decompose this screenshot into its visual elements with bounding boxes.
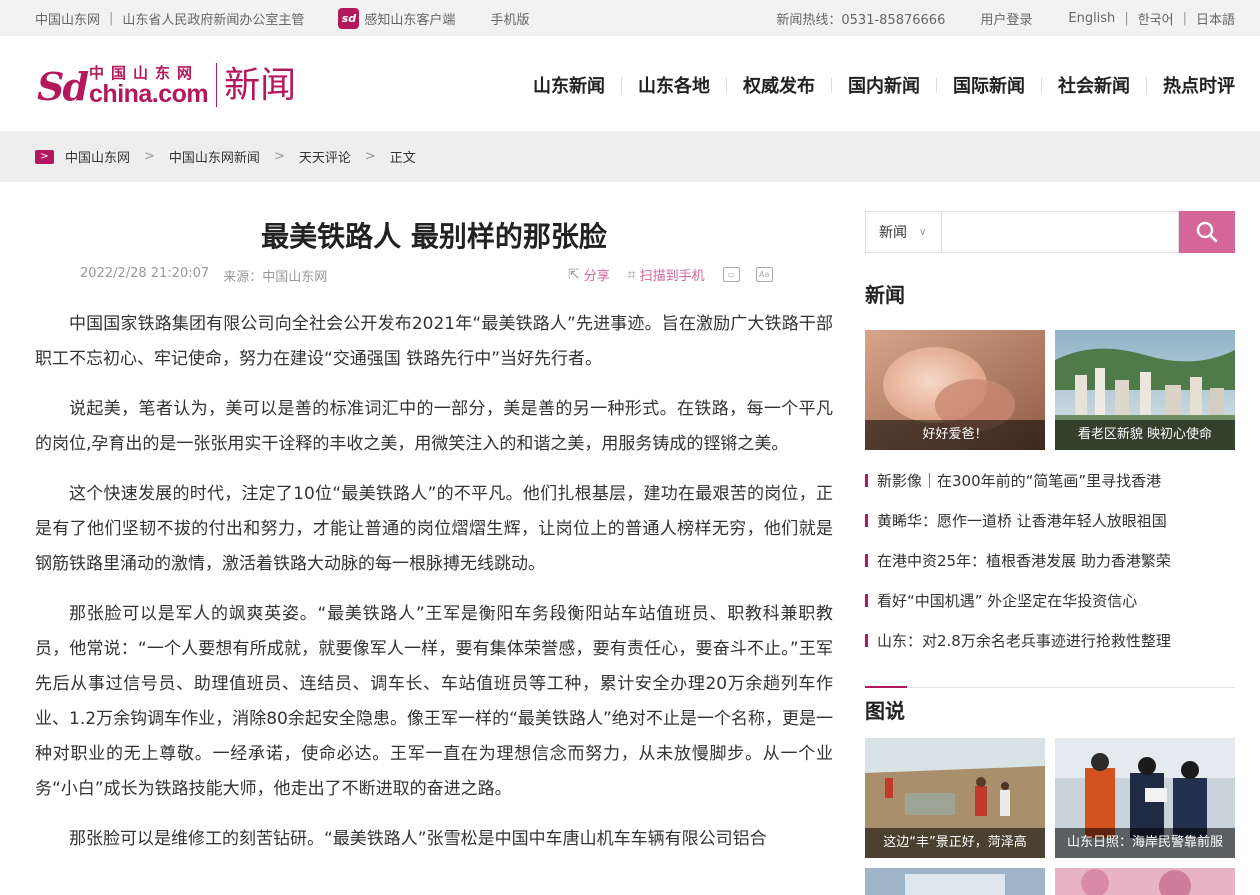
nav-item-official-release[interactable]: 权威发布 <box>727 72 815 98</box>
chevron-right-icon: > <box>35 149 54 164</box>
nav-item-social-news[interactable]: 社会新闻 <box>1042 72 1130 98</box>
scan-label: 扫描到手机 <box>639 269 705 284</box>
login-link[interactable]: 用户登录 <box>980 9 1032 28</box>
pic-thumb-image <box>865 868 1045 895</box>
logo-divider <box>216 63 218 107</box>
nav-item-shandong-news[interactable]: 山东新闻 <box>533 72 605 98</box>
list-bullet <box>865 593 868 607</box>
news-thumb-card[interactable]: 看老区新貌 映初心使命 <box>1055 330 1235 450</box>
divider: | <box>109 10 114 26</box>
host-text: 山东省人民政府新闻办公室主管 <box>122 12 305 28</box>
top-bar: 中国山东网 | 山东省人民政府新闻办公室主管 sd 感知山东客户端 手机版 新闻… <box>0 0 1260 36</box>
breadcrumb-bar: > 中国山东网 > 中国山东网新闻 > 天天评论 > 正文 <box>0 131 1260 182</box>
font-size-icon[interactable]: Aa <box>755 267 773 282</box>
share-icon: ⇱ <box>568 266 580 283</box>
pic-thumb-card[interactable]: 山东日照：海岸民警靠前服 <box>1055 738 1235 858</box>
thumb-caption: 山东日照：海岸民警靠前服 <box>1055 828 1235 858</box>
breadcrumb-news[interactable]: 中国山东网新闻 <box>169 147 260 166</box>
thumb-caption: 这边“丰”景正好，菏泽高 <box>865 828 1045 858</box>
scan-to-phone-button[interactable]: ⌗ 扫描到手机 <box>627 265 705 285</box>
site-logo[interactable]: Sd 中国山东网 china.com 新闻 <box>37 61 296 107</box>
article-paragraph: 那张脸可以是维修工的刻苦钻研。“最美铁路人”张雪松是中国中车唐山机车车辆有限公司… <box>69 829 767 849</box>
list-bullet <box>865 633 868 647</box>
pics-section-title: 图说 <box>865 699 905 723</box>
qr-scan-icon: ⌗ <box>627 266 636 283</box>
article-source: 来源：中国山东网 <box>223 270 328 285</box>
section-divider <box>865 686 1235 688</box>
news-list: 新影像｜在300年前的“简笔画”里寻找香港 黄睎华：愿作一道桥 让香港年轻人放眼… <box>865 460 1235 660</box>
app-link[interactable]: sd 感知山东客户端 <box>338 7 456 29</box>
breadcrumb-home[interactable]: 中国山东网 <box>65 147 130 166</box>
chevron-right-icon: > <box>273 149 285 164</box>
list-bullet <box>865 553 868 567</box>
article-body: 中国国家铁路集团有限公司向全社会公开发布2021年“最美铁路人”先进事迹。旨在激… <box>35 307 833 872</box>
app-icon: sd <box>338 7 360 29</box>
search-scope-value: 新闻 <box>879 225 907 241</box>
thumb-caption: 看老区新貌 映初心使命 <box>1055 420 1235 450</box>
list-item-text: 新影像｜在300年前的“简笔画”里寻找香港 <box>877 471 1162 490</box>
main-nav: 山东新闻 山东各地 权威发布 国内新闻 国际新闻 社会新闻 热点时评 <box>533 72 1235 98</box>
list-item[interactable]: 黄睎华：愿作一道桥 让香港年轻人放眼祖国 <box>865 500 1235 540</box>
search-scope-select[interactable]: 新闻 ∨ <box>865 211 941 253</box>
list-item-text: 山东：对2.8万余名老兵事迹进行抢救性整理 <box>877 631 1171 650</box>
chevron-down-icon: ∨ <box>919 226 927 238</box>
divider-accent <box>865 686 907 688</box>
list-item-text: 在港中资25年：植根香港发展 助力香港繁荣 <box>877 551 1171 570</box>
article-paragraph: 中国国家铁路集团有限公司向全社会公开发布2021年“最美铁路人”先进事迹。旨在激… <box>35 314 833 369</box>
share-button[interactable]: ⇱ 分享 <box>568 265 610 285</box>
nav-item-domestic-news[interactable]: 国内新闻 <box>832 72 920 98</box>
article-date: 2022/2/28 21:20:07 <box>80 266 210 281</box>
search-button[interactable] <box>1179 211 1235 253</box>
search-box: 新闻 ∨ <box>865 211 1235 253</box>
list-item[interactable]: 新影像｜在300年前的“简笔画”里寻找香港 <box>865 460 1235 500</box>
site-link[interactable]: 中国山东网 <box>35 9 100 28</box>
share-label: 分享 <box>583 269 610 284</box>
list-item[interactable]: 看好“中国机遇” 外企坚定在华投资信心 <box>865 580 1235 620</box>
pic-thumb-card[interactable] <box>865 868 1045 895</box>
breadcrumb: > 中国山东网 > 中国山东网新闻 > 天天评论 > 正文 <box>35 131 416 182</box>
mobile-link[interactable]: 手机版 <box>490 9 529 28</box>
news-section-title: 新闻 <box>865 283 905 307</box>
article-title: 最美铁路人 最别样的那张脸 <box>261 220 607 253</box>
list-bullet <box>865 513 868 527</box>
search-input[interactable] <box>940 211 1180 253</box>
divider: | <box>1182 10 1187 26</box>
print-icon[interactable]: ▭ <box>722 267 740 282</box>
logo-sd: Sd <box>37 64 89 109</box>
article-paragraph: 那张脸可以是军人的飒爽英姿。“最美铁路人”王军是衡阳车务段衡阳站车站值班员、职教… <box>35 604 833 799</box>
list-item[interactable]: 在港中资25年：植根香港发展 助力香港繁荣 <box>865 540 1235 580</box>
divider: | <box>1124 10 1129 26</box>
nav-item-shandong-regions[interactable]: 山东各地 <box>622 72 710 98</box>
logo-section: 新闻 <box>224 65 297 106</box>
list-bullet <box>865 473 868 487</box>
list-item-text: 看好“中国机遇” 外企坚定在华投资信心 <box>877 591 1138 610</box>
breadcrumb-comment[interactable]: 天天评论 <box>299 147 351 166</box>
list-item[interactable]: 山东：对2.8万余名老兵事迹进行抢救性整理 <box>865 620 1235 660</box>
chevron-right-icon: > <box>144 149 155 164</box>
app-label: 感知山东客户端 <box>364 12 456 28</box>
news-thumb-card[interactable]: 好好爱爸！ <box>865 330 1045 450</box>
article-paragraph: 这个快速发展的时代，注定了10位“最美铁路人”的不平凡。他们扎根基层，建功在最艰… <box>35 484 833 574</box>
article-meta: 2022/2/28 21:20:07 来源：中国山东网 <box>80 266 327 285</box>
pic-thumb-card[interactable] <box>1055 868 1235 895</box>
nav-item-hot-comment[interactable]: 热点时评 <box>1147 72 1235 98</box>
search-icon <box>1196 221 1218 243</box>
lang-korean[interactable]: 한국어 <box>1138 9 1174 28</box>
lang-english[interactable]: English <box>1068 11 1115 26</box>
pic-thumb-image <box>1055 868 1235 895</box>
breadcrumb-current: 正文 <box>389 151 416 166</box>
nav-item-international-news[interactable]: 国际新闻 <box>937 72 1025 98</box>
chevron-right-icon: > <box>364 149 376 164</box>
article-paragraph: 说起美，笔者认为，美可以是善的标准词汇中的一部分，美是善的另一种形式。在铁路，每… <box>35 399 833 454</box>
article-tools: ⇱ 分享 ⌗ 扫描到手机 ▭ Aa <box>568 265 789 284</box>
logo-domain: china.com <box>89 80 209 108</box>
pic-thumb-card[interactable]: 这边“丰”景正好，菏泽高 <box>865 738 1045 858</box>
header: Sd 中国山东网 china.com 新闻 山东新闻 山东各地 权威发布 国内新… <box>0 36 1260 131</box>
logo-cn: 中国山东网 <box>89 64 200 82</box>
hotline-text: 新闻热线：0531-85876666 <box>776 12 946 28</box>
lang-japanese[interactable]: 日本語 <box>1196 9 1235 28</box>
thumb-caption: 好好爱爸！ <box>865 420 1045 450</box>
list-item-text: 黄睎华：愿作一道桥 让香港年轻人放眼祖国 <box>877 511 1167 530</box>
